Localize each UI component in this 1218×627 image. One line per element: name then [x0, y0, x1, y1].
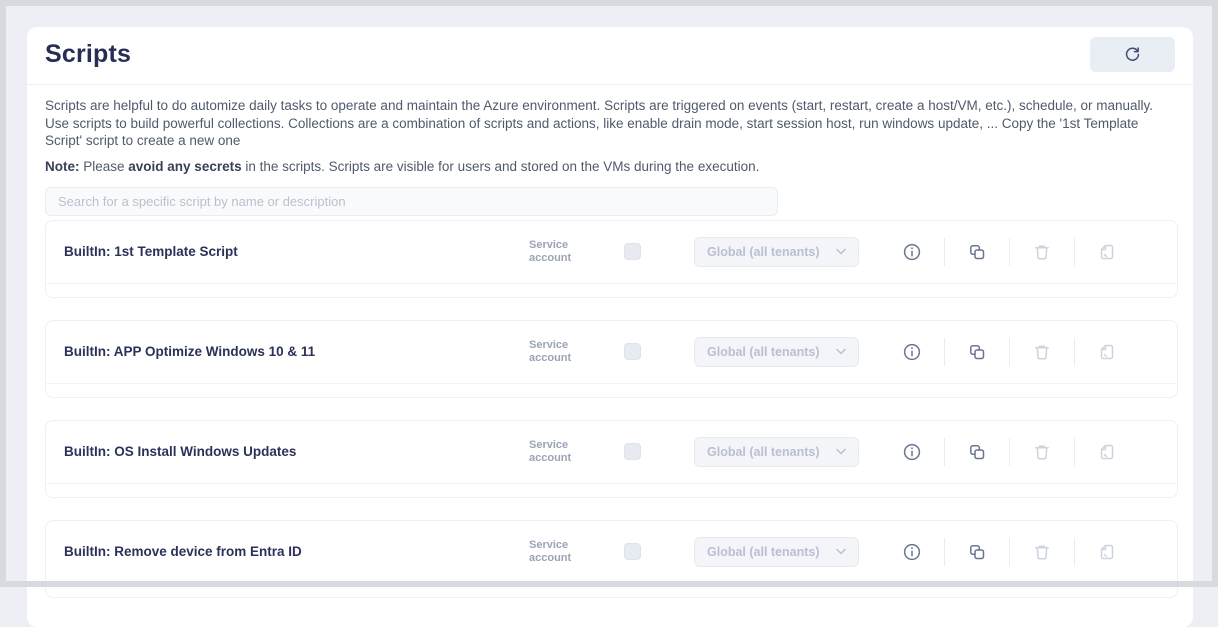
- chevron-down-icon: [836, 348, 846, 355]
- copy-button[interactable]: [965, 540, 989, 564]
- file-icon: [1097, 542, 1117, 562]
- copy-button[interactable]: [965, 340, 989, 364]
- info-icon: [902, 442, 922, 462]
- script-list: BuiltIn: 1st Template Script Service acc…: [45, 220, 1175, 598]
- copy-button[interactable]: [965, 440, 989, 464]
- file-icon: [1097, 442, 1117, 462]
- chevron-down-icon: [836, 548, 846, 555]
- service-account-label: Service account: [529, 439, 624, 465]
- copy-icon: [967, 242, 987, 262]
- script-card: BuiltIn: 1st Template Script Service acc…: [45, 220, 1178, 298]
- info-icon: [902, 342, 922, 362]
- script-search-input[interactable]: [45, 187, 778, 216]
- script-row: BuiltIn: 1st Template Script Service acc…: [46, 221, 1177, 284]
- script-name: BuiltIn: APP Optimize Windows 10 & 11: [64, 344, 529, 359]
- copy-icon: [967, 542, 987, 562]
- script-name: BuiltIn: 1st Template Script: [64, 244, 529, 259]
- info-button[interactable]: [900, 540, 924, 564]
- file-icon: [1097, 242, 1117, 262]
- scripts-panel: Scripts Scripts are helpful to do automi…: [27, 27, 1193, 627]
- card-footer: [46, 384, 1177, 397]
- row-actions: [880, 238, 1139, 266]
- tenant-scope-select[interactable]: Global (all tenants): [694, 337, 859, 367]
- tenant-scope-select[interactable]: Global (all tenants): [694, 237, 859, 267]
- page-description: Scripts are helpful to do automize daily…: [45, 97, 1175, 150]
- page-title: Scripts: [45, 40, 131, 69]
- delete-button[interactable]: [1030, 240, 1054, 264]
- service-account-checkbox[interactable]: [624, 343, 641, 360]
- script-card: BuiltIn: Remove device from Entra ID Ser…: [45, 520, 1178, 598]
- panel-header: Scripts: [27, 27, 1193, 85]
- trash-icon: [1032, 442, 1052, 462]
- script-name: BuiltIn: OS Install Windows Updates: [64, 444, 529, 459]
- delete-button[interactable]: [1030, 540, 1054, 564]
- tenant-scope-value: Global (all tenants): [707, 245, 820, 259]
- tenant-scope-value: Global (all tenants): [707, 445, 820, 459]
- trash-icon: [1032, 342, 1052, 362]
- save-file-button[interactable]: [1095, 440, 1119, 464]
- info-button[interactable]: [900, 240, 924, 264]
- script-card: BuiltIn: APP Optimize Windows 10 & 11 Se…: [45, 320, 1178, 398]
- info-icon: [902, 542, 922, 562]
- service-account-checkbox[interactable]: [624, 543, 641, 560]
- copy-icon: [967, 342, 987, 362]
- info-button[interactable]: [900, 340, 924, 364]
- refresh-icon: [1124, 46, 1141, 63]
- row-actions: [880, 438, 1139, 466]
- panel-body: Scripts are helpful to do automize daily…: [27, 85, 1193, 598]
- trash-icon: [1032, 542, 1052, 562]
- tenant-scope-select[interactable]: Global (all tenants): [694, 537, 859, 567]
- script-card: BuiltIn: OS Install Windows Updates Serv…: [45, 420, 1178, 498]
- script-row: BuiltIn: Remove device from Entra ID Ser…: [46, 521, 1177, 584]
- chevron-down-icon: [836, 248, 846, 255]
- secrets-note: Note: Please avoid any secrets in the sc…: [45, 158, 1175, 175]
- script-row: BuiltIn: OS Install Windows Updates Serv…: [46, 421, 1177, 484]
- tenant-scope-value: Global (all tenants): [707, 345, 820, 359]
- delete-button[interactable]: [1030, 340, 1054, 364]
- note-bold-text: avoid any secrets: [128, 159, 241, 174]
- row-actions: [880, 538, 1139, 566]
- note-label: Note:: [45, 159, 80, 174]
- card-footer: [46, 484, 1177, 497]
- tenant-scope-value: Global (all tenants): [707, 545, 820, 559]
- file-icon: [1097, 342, 1117, 362]
- delete-button[interactable]: [1030, 440, 1054, 464]
- save-file-button[interactable]: [1095, 340, 1119, 364]
- chevron-down-icon: [836, 448, 846, 455]
- info-button[interactable]: [900, 440, 924, 464]
- save-file-button[interactable]: [1095, 240, 1119, 264]
- script-row: BuiltIn: APP Optimize Windows 10 & 11 Se…: [46, 321, 1177, 384]
- service-account-checkbox[interactable]: [624, 243, 641, 260]
- save-file-button[interactable]: [1095, 540, 1119, 564]
- service-account-label: Service account: [529, 339, 624, 365]
- trash-icon: [1032, 242, 1052, 262]
- service-account-label: Service account: [529, 239, 624, 265]
- service-account-label: Service account: [529, 539, 624, 565]
- script-name: BuiltIn: Remove device from Entra ID: [64, 544, 529, 559]
- refresh-button[interactable]: [1090, 37, 1175, 72]
- tenant-scope-select[interactable]: Global (all tenants): [694, 437, 859, 467]
- card-footer: [46, 284, 1177, 297]
- row-actions: [880, 338, 1139, 366]
- info-icon: [902, 242, 922, 262]
- card-footer: [46, 584, 1177, 597]
- copy-icon: [967, 442, 987, 462]
- service-account-checkbox[interactable]: [624, 443, 641, 460]
- copy-button[interactable]: [965, 240, 989, 264]
